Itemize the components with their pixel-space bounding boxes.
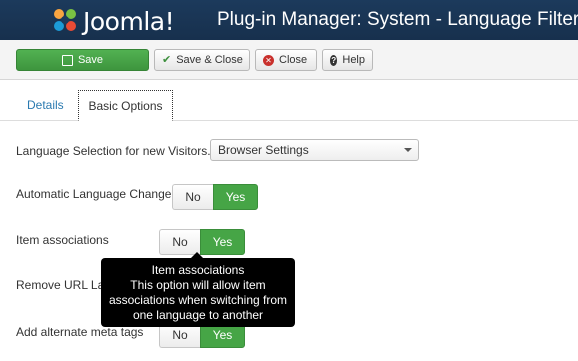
item-associations-yes[interactable]: Yes (200, 229, 245, 255)
help-button-label: Help (342, 54, 365, 66)
close-button[interactable]: ✕ Close (255, 49, 317, 71)
save-button[interactable]: Save (16, 49, 149, 71)
save-close-button-label: Save & Close (176, 54, 243, 66)
item-associations-label: Item associations (16, 233, 109, 247)
save-close-button[interactable]: ✔ Save & Close (154, 49, 250, 71)
automatic-language-change-toggle: No Yes (172, 184, 258, 210)
automatic-language-change-label: Automatic Language Change (16, 187, 172, 201)
automatic-language-change-no[interactable]: No (172, 184, 213, 210)
save-button-label: Save (77, 54, 104, 66)
checkmark-icon: ✔ (162, 53, 172, 66)
tooltip-title: Item associations (151, 263, 245, 277)
help-button[interactable]: ? Help (322, 49, 373, 71)
question-icon: ? (330, 54, 338, 66)
item-associations-tooltip: Item associations This option will allow… (101, 252, 295, 327)
close-button-label: Close (279, 54, 308, 66)
tab-bar: Details Basic Options (0, 80, 578, 121)
alternate-meta-tags-label: Add alternate meta tags (16, 325, 144, 339)
joomla-logo: Joomla! (50, 4, 190, 36)
header-bar: Joomla! Plug-in Manager: System - Langua… (0, 0, 578, 40)
close-icon: ✕ (263, 54, 274, 66)
tooltip-line-1: This option will allow item (130, 278, 266, 292)
page-title: Plug-in Manager: System - Language Filte… (217, 9, 578, 30)
chevron-down-icon (404, 148, 412, 152)
automatic-language-change-yes[interactable]: Yes (213, 184, 258, 210)
tooltip-line-3: one language to another (132, 308, 264, 322)
edit-icon (61, 54, 73, 66)
tooltip-line-2: associations when switching from (108, 293, 288, 307)
toolbar: Save ✔ Save & Close ✕ Close ? Help (0, 40, 578, 80)
language-selection-select[interactable]: Browser Settings (210, 139, 419, 161)
language-selection-value: Browser Settings (218, 143, 309, 157)
language-selection-label: Language Selection for new Visitors. (16, 144, 211, 158)
logo-text: Joomla! (83, 7, 175, 36)
tab-basic-options[interactable]: Basic Options (78, 90, 173, 121)
tab-details[interactable]: Details (17, 90, 74, 121)
tooltip-arrow (191, 252, 203, 258)
remove-url-language-label: Remove URL La (16, 278, 105, 292)
joomla-logo-icon (54, 9, 76, 31)
